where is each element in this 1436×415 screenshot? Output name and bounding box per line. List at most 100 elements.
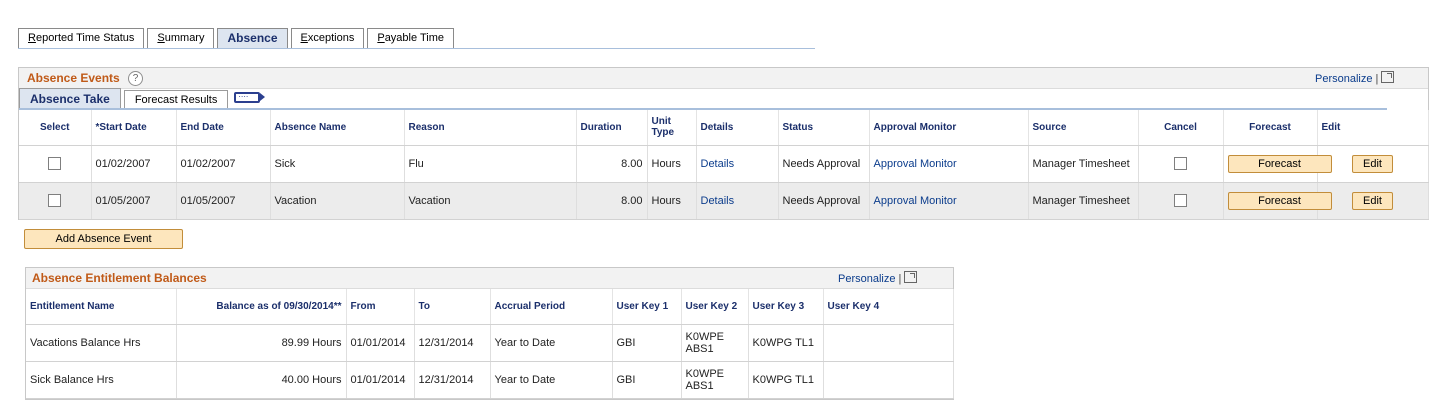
user-key-1: GBI <box>612 361 682 399</box>
col-status: Status <box>778 110 870 146</box>
status: Needs Approval <box>778 182 870 220</box>
select-cell <box>19 145 92 183</box>
absence-events-tabs: Absence Take Forecast Results <box>19 88 266 109</box>
col-end-date: End Date <box>176 110 271 146</box>
cancel-checkbox[interactable] <box>1174 194 1187 207</box>
from-date: 01/01/2014 <box>346 324 415 362</box>
add-absence-event-button[interactable]: Add Absence Event <box>24 229 183 249</box>
tab-absence[interactable]: Absence <box>217 28 288 48</box>
absence-events-personalize: Personalize | <box>1315 71 1395 85</box>
forecast-button[interactable]: Forecast <box>1227 191 1332 210</box>
approval-monitor-link[interactable]: Approval Monitor <box>874 158 957 170</box>
table-header-row: Entitlement Name Balance as of 09/30/201… <box>26 289 954 325</box>
tab-exceptions[interactable]: Exceptions <box>290 28 365 48</box>
new-window-icon[interactable] <box>904 271 918 283</box>
col-duration: Duration <box>576 110 648 146</box>
tab-underline <box>18 48 815 49</box>
user-key-2: K0WPE ABS1 <box>681 361 749 399</box>
user-key-4 <box>823 361 954 399</box>
separator: | <box>898 273 902 285</box>
status: Needs Approval <box>778 145 870 183</box>
absence-events-table: Select *Start Date End Date Absence Name… <box>19 110 1429 220</box>
details-link[interactable]: Details <box>701 195 735 207</box>
col-from: From <box>346 289 415 325</box>
col-balance: Balance as of 09/30/2014** <box>176 289 347 325</box>
col-edit: Edit <box>1317 110 1429 146</box>
col-absence-name: Absence Name <box>270 110 405 146</box>
end-date: 01/02/2007 <box>176 145 271 183</box>
col-approval-monitor: Approval Monitor <box>869 110 1029 146</box>
user-key-3: K0WPG TL1 <box>748 361 824 399</box>
table-header-row: Select *Start Date End Date Absence Name… <box>19 110 1429 146</box>
edit-button[interactable]: Edit <box>1352 154 1393 173</box>
entitlement-balances-table: Entitlement Name Balance as of 09/30/201… <box>26 289 954 399</box>
start-date: 01/05/2007 <box>91 182 177 220</box>
absence-name: Sick <box>270 145 405 183</box>
edit-cell: Edit <box>1317 182 1429 220</box>
user-key-2: K0WPE ABS1 <box>681 324 749 362</box>
col-source: Source <box>1028 110 1139 146</box>
table-row: 01/02/2007 01/02/2007 Sick Flu 8.00 Hour… <box>19 145 1429 183</box>
forecast-button[interactable]: Forecast <box>1227 154 1332 173</box>
accrual-period: Year to Date <box>490 324 613 362</box>
entitlement-balances-title: Absence Entitlement Balances <box>32 271 207 285</box>
reason: Vacation <box>404 182 577 220</box>
col-start-date: *Start Date <box>91 110 177 146</box>
approval-cell: Approval Monitor <box>869 145 1029 183</box>
table-row: Sick Balance Hrs 40.00 Hours 01/01/2014 … <box>26 361 954 399</box>
reason: Flu <box>404 145 577 183</box>
select-checkbox[interactable] <box>48 194 62 207</box>
personalize-link[interactable]: Personalize <box>838 273 895 285</box>
col-entitlement-name: Entitlement Name <box>26 289 177 325</box>
end-date: 01/05/2007 <box>176 182 271 220</box>
separator: | <box>1375 73 1379 85</box>
absence-events-header: Absence Events ? Personalize | <box>19 68 1428 89</box>
start-date: 01/02/2007 <box>91 145 177 183</box>
to-date: 12/31/2014 <box>414 324 491 362</box>
from-date: 01/01/2014 <box>346 361 415 399</box>
page-tabs: Reported Time Status Summary Absence Exc… <box>18 28 457 49</box>
source: Manager Timesheet <box>1028 182 1139 220</box>
approval-monitor-link[interactable]: Approval Monitor <box>874 195 957 207</box>
cancel-cell <box>1138 145 1224 183</box>
tab-forecast-results[interactable]: Forecast Results <box>123 90 229 109</box>
absence-name: Vacation <box>270 182 405 220</box>
table-row: Vacations Balance Hrs 89.99 Hours 01/01/… <box>26 324 954 362</box>
duration: 8.00 <box>576 145 648 183</box>
show-all-columns-icon[interactable] <box>234 89 266 103</box>
new-window-icon[interactable] <box>1381 71 1395 83</box>
balance: 89.99 Hours <box>176 324 347 362</box>
col-user-key-1: User Key 1 <box>612 289 682 325</box>
tab-absence-take[interactable]: Absence Take <box>19 88 121 109</box>
edit-button[interactable]: Edit <box>1352 191 1393 210</box>
user-key-1: GBI <box>612 324 682 362</box>
col-unit-type: Unit Type <box>647 110 697 146</box>
entitlement-balances-panel: Absence Entitlement Balances Personalize… <box>25 267 954 400</box>
tab-reported-time-status[interactable]: Reported Time Status <box>18 28 145 48</box>
col-to: To <box>414 289 491 325</box>
col-user-key-4: User Key 4 <box>823 289 954 325</box>
edit-cell: Edit <box>1317 145 1429 183</box>
tab-payable-time[interactable]: Payable Time <box>367 28 454 48</box>
select-cell <box>19 182 92 220</box>
select-checkbox[interactable] <box>48 157 62 170</box>
col-user-key-2: User Key 2 <box>681 289 749 325</box>
cancel-checkbox[interactable] <box>1174 157 1187 170</box>
personalize-link[interactable]: Personalize <box>1315 73 1372 85</box>
user-key-3: K0WPG TL1 <box>748 324 824 362</box>
forecast-cell: Forecast <box>1223 182 1332 220</box>
col-select: Select <box>19 110 92 146</box>
forecast-cell: Forecast <box>1223 145 1332 183</box>
entitlement-name: Vacations Balance Hrs <box>26 324 177 362</box>
details-link[interactable]: Details <box>701 158 735 170</box>
tab-summary[interactable]: Summary <box>147 28 215 48</box>
details-cell: Details <box>696 145 779 183</box>
duration: 8.00 <box>576 182 648 220</box>
unit-type: Hours <box>647 182 697 220</box>
col-cancel: Cancel <box>1138 110 1224 146</box>
details-cell: Details <box>696 182 779 220</box>
help-icon[interactable]: ? <box>128 71 143 86</box>
col-details: Details <box>696 110 779 146</box>
approval-cell: Approval Monitor <box>869 182 1029 220</box>
balance: 40.00 Hours <box>176 361 347 399</box>
